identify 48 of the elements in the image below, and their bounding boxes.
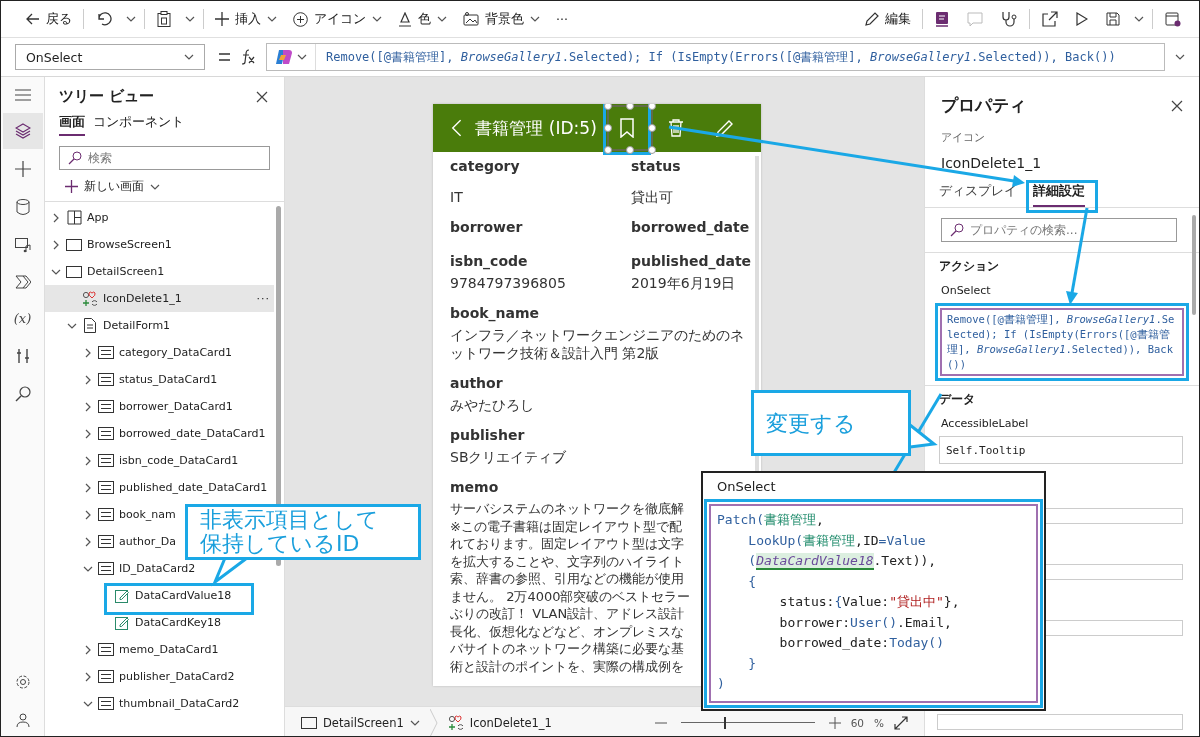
panel-title: プロパティ (941, 94, 1026, 117)
code-line: LookUp(書籍管理,ID=Value (747, 531, 927, 550)
section-title: データ (939, 391, 976, 408)
field-value: 貸出可 (631, 188, 673, 206)
memo-text-line: ません。 2万4000部突破のベストセラー (450, 587, 691, 605)
memo-text-line: バサイトのネットワーク構築に必要な基 (450, 640, 684, 658)
field-label: borrowed_date (631, 219, 750, 235)
memo-text-line: 索、辞書の参照、引用などの機能が使用 (450, 570, 684, 588)
control-type: アイコン (940, 131, 986, 145)
memo-text-line: 術と設計のポイントを、実際の構成例を (450, 657, 684, 675)
field-value: インフラ／ネットワークエンジニアのためのネットワーク技術＆設計入門 第2版 (450, 326, 745, 362)
zoom-value: 60 (850, 716, 864, 729)
memo-text-line: れております。固定レイアウト型は文字 (450, 535, 684, 553)
code-line: status:{Value:"貸出中"}, (778, 593, 961, 611)
property-label: OnSelect (941, 284, 992, 297)
field-label: memo (450, 479, 499, 495)
code-line: ) (717, 675, 726, 693)
memo-text-line: サーバシステムのネットワークを徹底解 (450, 500, 684, 518)
field-label: publisher (450, 427, 525, 443)
callout: 変更する (751, 390, 911, 456)
percent-sign: % (874, 716, 884, 729)
memo-text-line: を拡大することや、文字列のハイライト (450, 552, 684, 570)
screen-title: 書籍管理 (ID:5) (475, 116, 598, 140)
code-line: borrower:User().Email, (778, 613, 953, 632)
field-value: SBクリエイティブ (450, 448, 567, 466)
popup-title: OnSelect (716, 478, 777, 496)
code-line: { (747, 572, 758, 591)
field-label: category (450, 158, 520, 174)
field-label: book_name (450, 305, 540, 321)
field-label: isbn_code (450, 253, 528, 269)
code-line: Patch(書籍管理, (717, 511, 825, 529)
field-value: IT (450, 188, 463, 206)
field-value: みやたひろし (450, 396, 534, 414)
field-label: borrower (450, 219, 523, 235)
code-line: borrowed_date:Today() (778, 634, 945, 652)
memo-text-line: 長化、仮想化などなど、オンプレミスな (450, 622, 684, 640)
code-line: } (747, 654, 758, 673)
field-value: 2019年6月19日 (631, 274, 736, 292)
field-label: published_date (631, 253, 752, 269)
panel-title: ツリー ビュー (59, 87, 155, 106)
property-label: AccessibleLabel (941, 417, 1030, 430)
control-name: IconDelete1_1 (940, 154, 1043, 173)
section-title: アクション (939, 258, 1000, 275)
field-label: status (631, 158, 681, 174)
field-value: 9784797396805 (450, 274, 566, 292)
memo-text-line: ※この電子書籍は固定レイアウト型で配 (450, 517, 682, 535)
field-label: author (450, 375, 503, 391)
memo-text-line: ぶりの改訂！ VLAN設計、アドレス設計 (450, 605, 685, 623)
